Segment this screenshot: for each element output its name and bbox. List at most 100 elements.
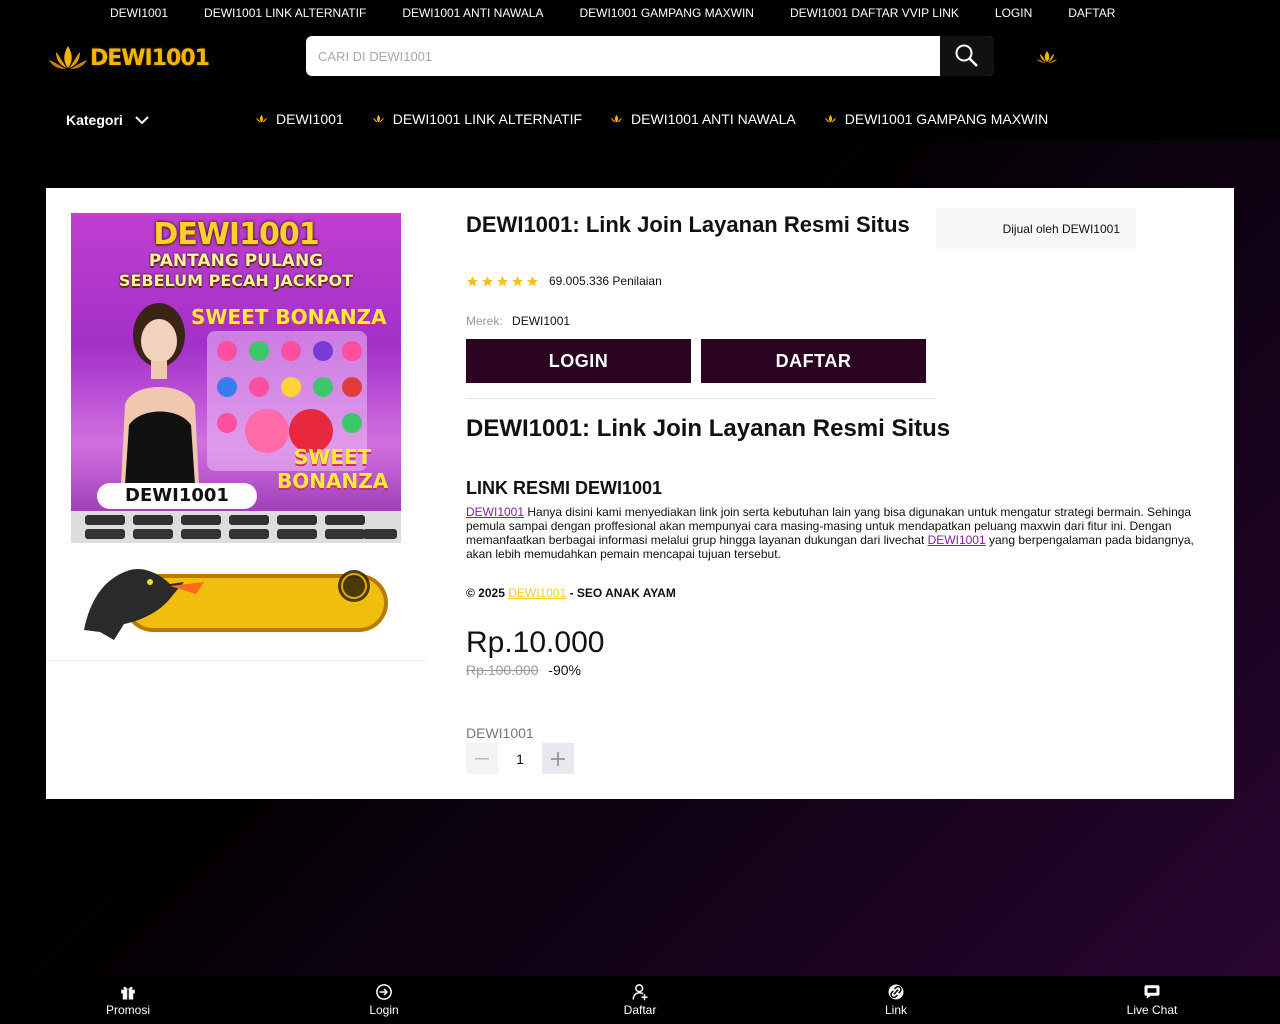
category-item-label: DEWI1001 ANTI NAWALA bbox=[631, 111, 796, 127]
logo-text: DEWI1001 bbox=[90, 45, 210, 71]
user-add-icon bbox=[632, 984, 648, 1001]
bottom-nav-label: Live Chat bbox=[1126, 1003, 1178, 1017]
bank-logos-icon bbox=[85, 515, 397, 539]
seller-box[interactable]: Dijual oleh DEWI1001 bbox=[936, 208, 1136, 249]
price: Rp.10.000 bbox=[466, 626, 605, 659]
lotus-icon bbox=[49, 46, 87, 69]
seller-label: Dijual oleh DEWI1001 bbox=[1002, 221, 1120, 236]
gift-icon bbox=[121, 986, 135, 1000]
product-card: DEWI1001 PANTANG PULANG SEBELUM PECAH JA… bbox=[46, 188, 1234, 799]
description-subheading: LINK RESMI DEWI1001 bbox=[466, 478, 663, 498]
quantity-value[interactable]: 1 bbox=[498, 751, 542, 767]
category-nav: DEWI1001 DEWI1001 LINK ALTERNATIF DEWI10… bbox=[254, 111, 1048, 127]
banner-label: DEWI1001 bbox=[97, 483, 257, 509]
category-item-label: DEWI1001 bbox=[276, 111, 344, 127]
divider bbox=[466, 398, 936, 399]
category-item-alternatif[interactable]: DEWI1001 LINK ALTERNATIF bbox=[371, 111, 582, 127]
bottom-nav-login[interactable]: Login bbox=[256, 976, 512, 1024]
banner-title: DEWI1001 bbox=[153, 217, 319, 252]
search-icon bbox=[955, 44, 978, 67]
quantity-increase-button[interactable] bbox=[542, 743, 574, 774]
chevron-down-icon bbox=[135, 116, 149, 124]
copyright-link[interactable]: DEWI1001 bbox=[508, 586, 566, 600]
variant-label[interactable]: DEWI1001 bbox=[466, 725, 534, 741]
dragon-banner[interactable] bbox=[84, 560, 392, 642]
product-rating: 69.005.336 Penilaian bbox=[466, 274, 662, 288]
chat-icon bbox=[1144, 985, 1160, 999]
star-icon bbox=[527, 275, 538, 286]
star-icon bbox=[482, 275, 493, 286]
copyright: © 2025 DEWI1001 - SEO ANAK AYAM bbox=[466, 586, 676, 600]
top-link-gampang-maxwin[interactable]: DEWI1001 GAMPANG MAXWIN bbox=[561, 6, 771, 20]
link-icon bbox=[888, 984, 904, 1000]
bottom-nav-label: Login bbox=[369, 1003, 399, 1017]
copyright-suffix: - SEO ANAK AYAM bbox=[566, 586, 676, 600]
old-price-row: Rp.100.000 -90% bbox=[466, 662, 581, 678]
top-link-anti-nawala[interactable]: DEWI1001 ANTI NAWALA bbox=[384, 6, 561, 20]
category-item-dewi1001[interactable]: DEWI1001 bbox=[254, 111, 344, 127]
description-link[interactable]: DEWI1001 bbox=[928, 533, 986, 547]
bottom-nav-label: Promosi bbox=[105, 1003, 150, 1017]
kategori-label: Kategori bbox=[66, 112, 123, 128]
description-text: DEWI1001 Hanya disini kami menyediakan l… bbox=[466, 505, 1196, 561]
bottom-nav-promosi[interactable]: Promosi bbox=[0, 976, 256, 1024]
banner-game-title: SWEET BONANZA bbox=[277, 445, 388, 493]
minus-icon bbox=[475, 757, 489, 759]
banner-subtitle: PANTANG PULANG bbox=[148, 251, 324, 271]
bottom-nav-label: Daftar bbox=[623, 1003, 657, 1017]
bottom-nav-daftar[interactable]: Daftar bbox=[512, 976, 768, 1024]
banner-game-title: SWEET BONANZA bbox=[191, 305, 387, 329]
top-link-login[interactable]: LOGIN bbox=[977, 6, 1050, 20]
lotus-icon bbox=[372, 114, 384, 123]
site-logo[interactable]: DEWI1001 bbox=[48, 44, 210, 72]
bottom-nav: Promosi Login Daftar Link Live Chat bbox=[0, 976, 1280, 1024]
bottom-nav-label: Link bbox=[884, 1003, 907, 1017]
login-icon bbox=[376, 984, 392, 1000]
copyright-prefix: © 2025 bbox=[466, 586, 509, 600]
quantity-stepper: 1 bbox=[466, 743, 574, 774]
search-button[interactable] bbox=[940, 36, 994, 76]
product-description: DEWI1001: Link Join Layanan Resmi Situs … bbox=[466, 414, 1196, 600]
category-item-gampang-maxwin[interactable]: DEWI1001 GAMPANG MAXWIN bbox=[823, 111, 1049, 127]
kategori-dropdown[interactable]: Kategori bbox=[66, 112, 149, 128]
brand-value[interactable]: DEWI1001 bbox=[512, 314, 570, 328]
bottom-nav-live-chat[interactable]: Live Chat bbox=[1024, 976, 1280, 1024]
daftar-button[interactable]: DAFTAR bbox=[701, 339, 926, 383]
banner-game-word: BONANZA bbox=[277, 469, 389, 493]
product-gallery: DEWI1001 PANTANG PULANG SEBELUM PECAH JA… bbox=[46, 188, 426, 661]
plus-icon bbox=[551, 751, 565, 766]
lotus-icon[interactable] bbox=[1036, 50, 1058, 64]
top-links: DEWI1001 DEWI1001 LINK ALTERNATIF DEWI10… bbox=[92, 6, 1133, 20]
banner-game-word: SWEET bbox=[293, 445, 372, 469]
bank-logos-strip bbox=[71, 511, 401, 543]
old-price: Rp.100.000 bbox=[466, 662, 539, 678]
header: DEWI1001 DEWI1001 LINK ALTERNATIF DEWI10… bbox=[0, 0, 1280, 140]
category-item-label: DEWI1001 LINK ALTERNATIF bbox=[392, 111, 583, 127]
login-button[interactable]: LOGIN bbox=[466, 339, 691, 383]
star-icon bbox=[497, 275, 508, 286]
lotus-icon bbox=[611, 114, 622, 123]
product-image[interactable]: DEWI1001 PANTANG PULANG SEBELUM PECAH JA… bbox=[71, 213, 401, 543]
description-heading: DEWI1001: Link Join Layanan Resmi Situs bbox=[466, 415, 951, 442]
product-title: DEWI1001: Link Join Layanan Resmi Situs bbox=[466, 212, 910, 237]
star-icon bbox=[467, 275, 478, 286]
search-input[interactable] bbox=[306, 36, 950, 76]
description-link[interactable]: DEWI1001 bbox=[466, 505, 524, 519]
banner-subtitle: SEBELUM PECAH JACKPOT bbox=[118, 271, 354, 290]
top-link-daftar-vvip[interactable]: DEWI1001 DAFTAR VVIP LINK bbox=[772, 6, 977, 20]
top-link-daftar[interactable]: DAFTAR bbox=[1050, 6, 1133, 20]
category-item-label: DEWI1001 GAMPANG MAXWIN bbox=[844, 111, 1049, 127]
rating-count: 69.005.336 Penilaian bbox=[549, 274, 662, 288]
lotus-icon bbox=[256, 114, 267, 123]
brand-key: Merek: bbox=[466, 314, 503, 328]
top-link-alternatif[interactable]: DEWI1001 LINK ALTERNATIF bbox=[186, 6, 384, 20]
lotus-icon bbox=[824, 114, 836, 123]
bottom-nav-link[interactable]: Link bbox=[768, 976, 1024, 1024]
discount-badge: -90% bbox=[548, 662, 581, 678]
star-icon bbox=[512, 275, 523, 286]
top-link-dewi1001[interactable]: DEWI1001 bbox=[92, 6, 186, 20]
category-item-anti-nawala[interactable]: DEWI1001 ANTI NAWALA bbox=[609, 111, 796, 127]
brand-row: Merek: DEWI1001 bbox=[466, 314, 570, 328]
search-bar bbox=[306, 36, 994, 76]
quantity-decrease-button[interactable] bbox=[466, 743, 498, 774]
